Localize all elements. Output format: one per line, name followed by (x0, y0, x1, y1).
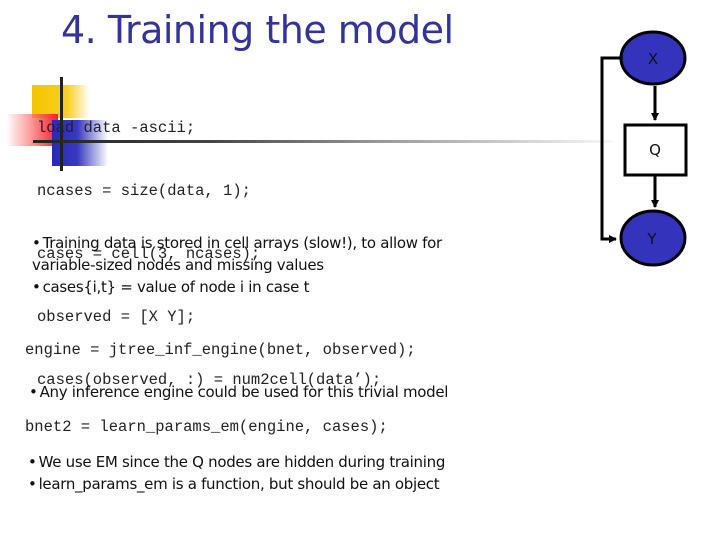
node-x-label: X (648, 50, 658, 68)
slide: 4. Training the model load data -ascii; … (0, 0, 720, 540)
code-line-bnet2: bnet2 = learn_params_em(engine, cases); (25, 418, 388, 436)
bullet-text: Training data is stored in cell arrays (… (42, 234, 443, 252)
code-line-engine: engine = jtree_inf_engine(bnet, observed… (25, 341, 416, 359)
code-line: ncases = size(data, 1); (37, 182, 251, 200)
bullet-text: variable-sized nodes and missing values (32, 256, 324, 274)
bullet-item-continuation: variable-sized nodes and missing values (32, 254, 442, 276)
code-line: load data -ascii; (37, 119, 196, 137)
bullet-dot: • (28, 475, 37, 493)
bullet-text: learn_params_em is a function, but shoul… (38, 475, 440, 493)
code-line: observed = [X Y]; (37, 308, 196, 326)
node-y-label: Y (646, 230, 657, 248)
bullet-list-em: • We use EM since the Q nodes are hidden … (28, 451, 445, 495)
bullet-dot: • (32, 234, 41, 252)
node-q (623, 123, 688, 177)
bullet-item: • We use EM since the Q nodes are hidden … (28, 451, 445, 473)
decor-horizontal-line (33, 140, 613, 143)
node-y (619, 209, 687, 267)
bullet-list-inference: • Any inference engine could be used for … (29, 381, 448, 403)
bullet-item: • Training data is stored in cell arrays … (32, 232, 442, 254)
node-q-label: Q (649, 141, 661, 159)
bullet-text: cases{i,t} = value of node i in case t (42, 278, 310, 296)
bullet-item: • cases{i,t} = value of node i in case t (32, 276, 442, 298)
decor-vertical-line (60, 77, 63, 171)
bullet-text: We use EM since the Q nodes are hidden d… (38, 453, 446, 471)
bullet-dot: • (29, 383, 38, 401)
bullet-dot: • (28, 453, 37, 471)
bullet-list-cell-arrays: • Training data is stored in cell arrays … (32, 232, 442, 298)
bullet-item: • learn_params_em is a function, but shou… (28, 473, 445, 495)
bullet-dot: • (32, 278, 41, 296)
bullet-item: • Any inference engine could be used for … (29, 381, 448, 403)
bullet-text: Any inference engine could be used for t… (39, 383, 449, 401)
node-x (619, 30, 687, 86)
edge-x-to-y (600, 56, 621, 243)
slide-title: 4. Training the model (61, 8, 454, 52)
